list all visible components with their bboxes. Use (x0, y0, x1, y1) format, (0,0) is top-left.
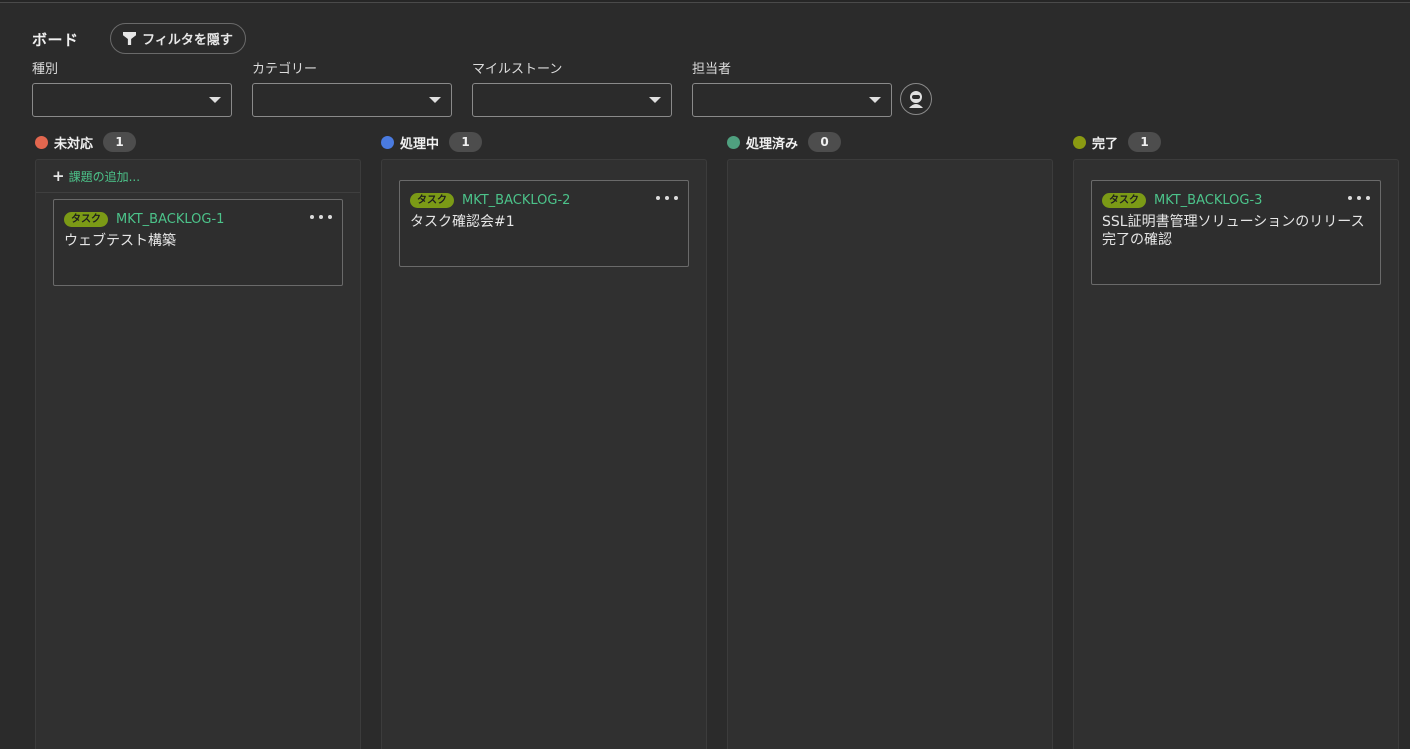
column-body: + 課題の追加... タスク MKT_BACKLOG-1 ウェブテスト構築 (35, 159, 361, 749)
plus-icon: + (52, 167, 65, 185)
issue-key-link[interactable]: MKT_BACKLOG-3 (1154, 193, 1262, 208)
filter-issue-type: 種別 (32, 61, 232, 117)
category-select[interactable] (252, 83, 452, 117)
status-dot (381, 135, 394, 149)
issue-type-badge: タスク (1102, 192, 1146, 208)
card-meta: タスク MKT_BACKLOG-2 (410, 192, 570, 208)
hide-filters-button[interactable]: フィルタを隠す (110, 23, 246, 54)
assign-to-me-button[interactable] (900, 83, 932, 115)
page-title: ボード (32, 30, 79, 49)
column-header: 処理済み 0 (724, 131, 1050, 153)
chevron-down-icon (649, 97, 661, 103)
assignee-select[interactable] (692, 83, 892, 117)
card-meta: タスク MKT_BACKLOG-1 (64, 211, 224, 227)
card-more-menu-icon[interactable] (310, 210, 332, 224)
column-open: 未対応 1 + 課題の追加... タスク MKT_BACKLOG-1 ウェブテス… (32, 131, 361, 749)
status-dot (35, 135, 48, 149)
filter-label: 種別 (32, 62, 59, 77)
column-count: 1 (1128, 132, 1162, 152)
issue-type-select[interactable] (32, 83, 232, 117)
filter-label: カテゴリー (252, 62, 318, 77)
issue-title: タスク確認会#1 (410, 214, 515, 230)
issue-type-badge: タスク (410, 192, 454, 208)
issue-type-badge: タスク (64, 211, 108, 227)
issue-title: ウェブテスト構築 (64, 233, 176, 249)
column-count: 0 (808, 132, 842, 152)
issue-key-link[interactable]: MKT_BACKLOG-1 (116, 212, 224, 227)
chevron-down-icon (869, 97, 881, 103)
column-title: 完了 (1092, 136, 1119, 152)
issue-title: SSL証明書管理ソリューションのリリース完了の確認 (1102, 214, 1365, 248)
column-in-progress: 処理中 1 タスク MKT_BACKLOG-2 タスク確認会#1 (378, 131, 707, 749)
filter-category: カテゴリー (252, 61, 452, 117)
filter-icon (123, 32, 137, 45)
card-more-menu-icon[interactable] (656, 191, 678, 205)
column-body: タスク MKT_BACKLOG-3 SSL証明書管理ソリューションのリリース完了… (1073, 159, 1399, 749)
card-more-menu-icon[interactable] (1348, 191, 1370, 205)
column-body (727, 159, 1053, 749)
column-title: 未対応 (54, 136, 94, 152)
column-title: 処理中 (400, 136, 440, 152)
issue-card[interactable]: タスク MKT_BACKLOG-1 ウェブテスト構築 (53, 199, 343, 286)
column-resolved: 処理済み 0 (724, 131, 1053, 749)
chevron-down-icon (429, 97, 441, 103)
filter-label: 担当者 (692, 62, 732, 77)
card-meta: タスク MKT_BACKLOG-3 (1102, 192, 1262, 208)
column-title: 処理済み (746, 136, 799, 152)
column-count: 1 (103, 132, 137, 152)
hide-filters-label: フィルタを隠す (142, 33, 233, 48)
issue-card[interactable]: タスク MKT_BACKLOG-3 SSL証明書管理ソリューションのリリース完了… (1091, 180, 1381, 285)
filter-assignee: 担当者 (692, 61, 892, 117)
milestone-select[interactable] (472, 83, 672, 117)
add-issue-link[interactable]: + 課題の追加... (36, 160, 360, 193)
user-avatar-icon (909, 91, 923, 108)
filter-bar: 種別 カテゴリー マイルストーン 担当者 (32, 61, 952, 121)
status-dot (1073, 135, 1086, 149)
issue-key-link[interactable]: MKT_BACKLOG-2 (462, 193, 570, 208)
column-header: 未対応 1 (32, 131, 358, 153)
board-header: ボード フィルタを隠す (32, 23, 246, 55)
status-dot (727, 135, 740, 149)
column-count: 1 (449, 132, 483, 152)
column-header: 完了 1 (1070, 131, 1396, 153)
top-border (0, 0, 1410, 3)
filter-milestone: マイルストーン (472, 61, 672, 117)
add-issue-label: 課題の追加... (68, 169, 141, 184)
column-header: 処理中 1 (378, 131, 704, 153)
column-body: タスク MKT_BACKLOG-2 タスク確認会#1 (381, 159, 707, 749)
column-closed: 完了 1 タスク MKT_BACKLOG-3 SSL証明書管理ソリューションのリ… (1070, 131, 1399, 749)
filter-label: マイルストーン (472, 62, 563, 77)
issue-card[interactable]: タスク MKT_BACKLOG-2 タスク確認会#1 (399, 180, 689, 267)
chevron-down-icon (209, 97, 221, 103)
